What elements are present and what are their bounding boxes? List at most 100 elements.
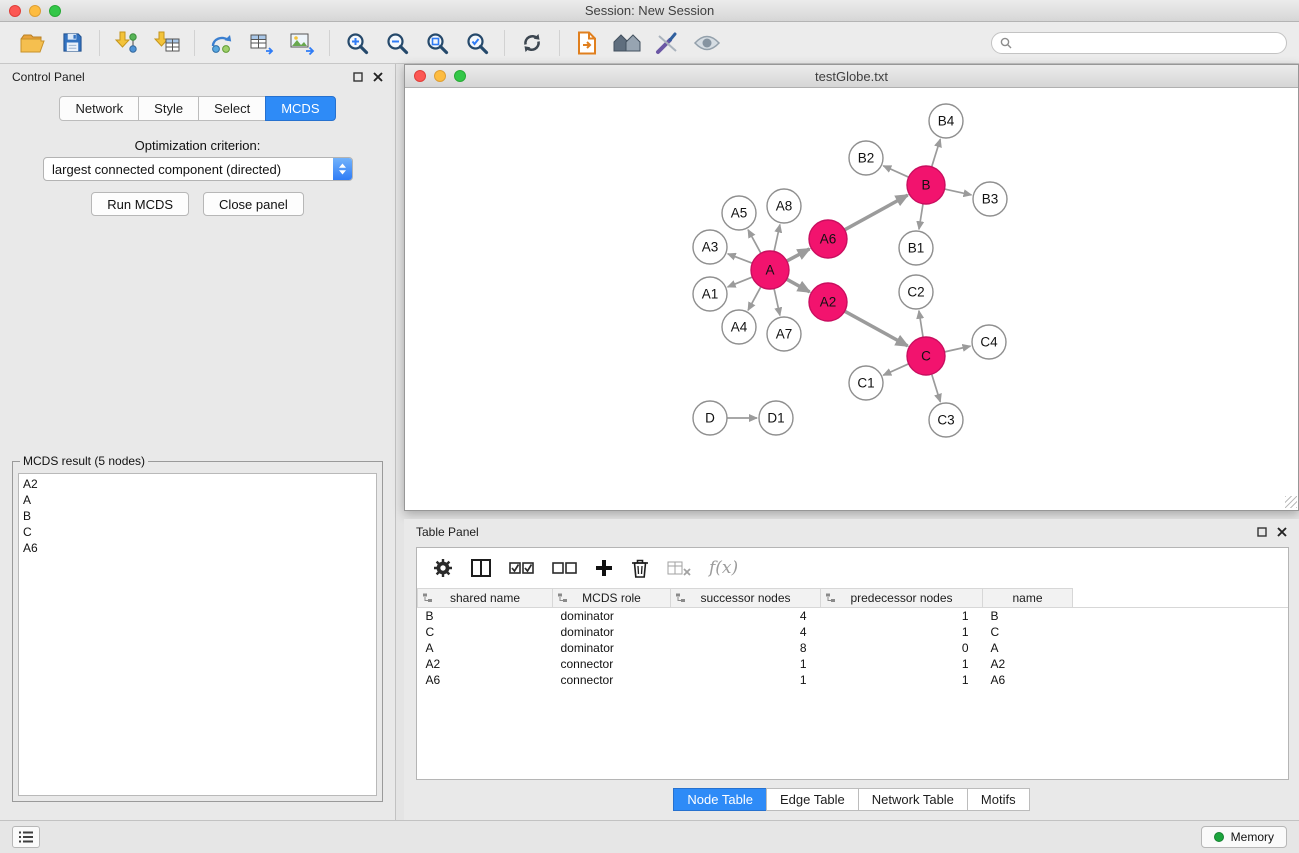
graph-edge-C-C4[interactable] <box>945 346 971 352</box>
table-cell[interactable]: B <box>418 608 553 624</box>
table-cell[interactable]: 0 <box>821 640 983 656</box>
table-cell[interactable]: dominator <box>553 640 671 656</box>
tab-node-table[interactable]: Node Table <box>673 788 767 811</box>
graph-edge-C-C3[interactable] <box>932 374 941 402</box>
table-cell[interactable]: A <box>418 640 553 656</box>
select-all-button[interactable] <box>509 561 534 575</box>
graph-edge-A2-C[interactable] <box>845 311 908 346</box>
open-file-button[interactable] <box>12 26 52 60</box>
search-input[interactable] <box>1017 36 1278 50</box>
mcds-result-list[interactable]: A2ABCA6 <box>18 473 377 796</box>
table-row[interactable]: A2connector11A2 <box>418 656 1289 672</box>
result-item[interactable]: B <box>23 508 376 524</box>
resize-grip[interactable] <box>1285 496 1297 508</box>
tab-motifs[interactable]: Motifs <box>967 788 1030 811</box>
graph-edge-A-A7[interactable] <box>774 289 780 316</box>
table-cell[interactable]: C <box>983 624 1073 640</box>
table-cell[interactable]: 1 <box>821 624 983 640</box>
tab-network-table[interactable]: Network Table <box>858 788 968 811</box>
tab-network[interactable]: Network <box>59 96 139 121</box>
result-item[interactable]: C <box>23 524 376 540</box>
minimize-window-button[interactable] <box>29 5 41 17</box>
network-canvas[interactable]: B4B2BB3A5A8A6A3B1AC2A1A2A4A7C4CC1C3DD1 <box>405 88 1298 509</box>
graph-edge-B-B3[interactable] <box>945 189 972 195</box>
table-cell[interactable]: connector <box>553 656 671 672</box>
column-header-mcds-role[interactable]: MCDS role <box>553 589 671 608</box>
network-window-titlebar[interactable]: testGlobe.txt <box>405 65 1298 88</box>
result-item[interactable]: A <box>23 492 376 508</box>
zoom-in-button[interactable] <box>337 26 377 60</box>
graph-edge-A-A2[interactable] <box>787 279 810 292</box>
close-network-window-button[interactable] <box>414 70 426 82</box>
table-cell[interactable]: dominator <box>553 624 671 640</box>
table-cell[interactable]: connector <box>553 672 671 688</box>
table-cell[interactable]: A6 <box>983 672 1073 688</box>
graph-edge-C-C1[interactable] <box>883 364 908 375</box>
table-cell[interactable]: 1 <box>821 608 983 624</box>
table-cell[interactable]: 4 <box>671 608 821 624</box>
optimization-criterion-select[interactable]: largest connected component (directed) <box>43 157 353 181</box>
table-cell[interactable]: A2 <box>418 656 553 672</box>
zoom-out-button[interactable] <box>377 26 417 60</box>
fullscreen-window-button[interactable] <box>49 5 61 17</box>
import-table-grid-button[interactable] <box>667 560 691 576</box>
close-table-panel-icon[interactable] <box>1277 527 1287 537</box>
table-row[interactable]: A6connector11A6 <box>418 672 1289 688</box>
graph-edge-C-C2[interactable] <box>919 311 923 337</box>
column-header-successor-nodes[interactable]: successor nodes <box>671 589 821 608</box>
export-document-button[interactable] <box>567 26 607 60</box>
style-brush-button[interactable] <box>647 26 687 60</box>
close-panel-button[interactable]: Close panel <box>203 192 304 216</box>
delete-row-button[interactable] <box>631 558 649 578</box>
close-window-button[interactable] <box>9 5 21 17</box>
result-item[interactable]: A2 <box>23 476 376 492</box>
table-cell[interactable]: A <box>983 640 1073 656</box>
table-cell[interactable]: 8 <box>671 640 821 656</box>
table-settings-button[interactable] <box>433 558 453 578</box>
column-header-shared-name[interactable]: shared name <box>418 589 553 608</box>
table-cell[interactable]: 1 <box>821 656 983 672</box>
panel-menu-button[interactable] <box>12 826 40 848</box>
tab-style[interactable]: Style <box>138 96 199 121</box>
table-cell[interactable]: A2 <box>983 656 1073 672</box>
export-image-button[interactable] <box>282 26 322 60</box>
save-session-button[interactable] <box>52 26 92 60</box>
zoom-selected-button[interactable] <box>457 26 497 60</box>
graph-edge-A-A8[interactable] <box>774 225 780 252</box>
clear-selection-button[interactable] <box>552 561 577 575</box>
memory-button[interactable]: Memory <box>1201 826 1287 848</box>
float-panel-icon[interactable] <box>353 72 363 82</box>
graph-edge-A-A5[interactable] <box>748 230 761 254</box>
graph-edge-A-A3[interactable] <box>728 254 753 263</box>
graph-edge-A-A6[interactable] <box>787 249 810 261</box>
table-row[interactable]: Adominator80A <box>418 640 1289 656</box>
table-cell[interactable]: C <box>418 624 553 640</box>
zoom-network-window-button[interactable] <box>454 70 466 82</box>
table-row[interactable]: Cdominator41C <box>418 624 1289 640</box>
network-graph[interactable]: B4B2BB3A5A8A6A3B1AC2A1A2A4A7C4CC1C3DD1 <box>405 88 1298 509</box>
column-header-name[interactable]: name <box>983 589 1073 608</box>
graph-edge-B-B4[interactable] <box>932 139 941 167</box>
graph-edge-A-A1[interactable] <box>728 277 753 287</box>
table-cell[interactable]: A6 <box>418 672 553 688</box>
search-box[interactable] <box>991 32 1287 54</box>
table-cell[interactable]: 1 <box>671 656 821 672</box>
import-table-button[interactable] <box>147 26 187 60</box>
add-row-button[interactable] <box>595 559 613 577</box>
graph-edge-A-A4[interactable] <box>748 287 761 311</box>
apply-layout-button[interactable] <box>512 26 552 60</box>
table-cell[interactable]: 1 <box>821 672 983 688</box>
show-graphics-details-button[interactable] <box>687 26 727 60</box>
graph-edge-A6-B[interactable] <box>845 195 908 230</box>
minimize-network-window-button[interactable] <box>434 70 446 82</box>
run-mcds-button[interactable]: Run MCDS <box>91 192 189 216</box>
graph-edge-B-B1[interactable] <box>919 204 923 229</box>
export-network-button[interactable] <box>202 26 242 60</box>
tab-select[interactable]: Select <box>198 96 266 121</box>
table-row[interactable]: Bdominator41B <box>418 608 1289 624</box>
function-builder-button[interactable]: f(x) <box>709 558 738 578</box>
tab-edge-table[interactable]: Edge Table <box>766 788 859 811</box>
table-cell[interactable]: dominator <box>553 608 671 624</box>
table-cell[interactable]: 1 <box>671 672 821 688</box>
network-overview-button[interactable] <box>607 26 647 60</box>
